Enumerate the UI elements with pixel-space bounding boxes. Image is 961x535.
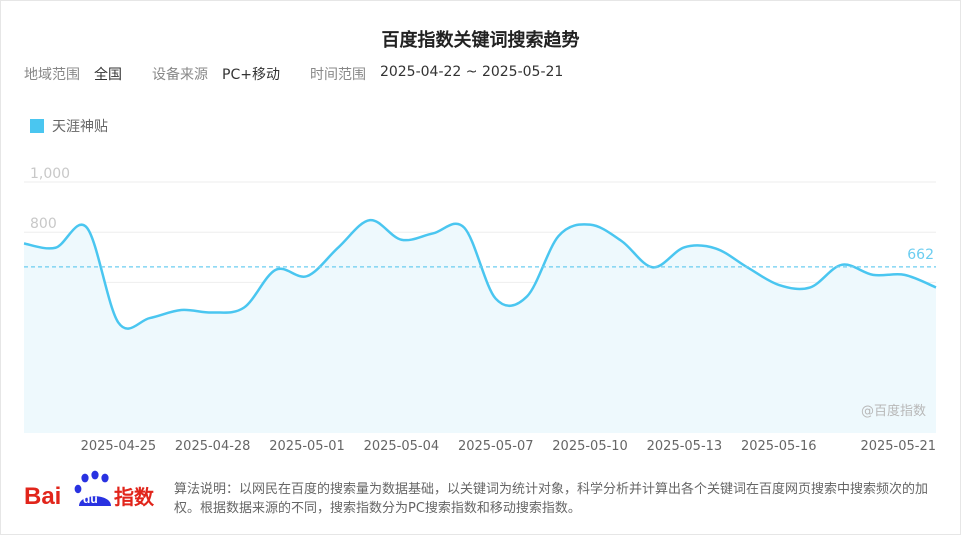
data-point[interactable]: 2025-05-19: 630 — [870, 272, 876, 278]
data-point[interactable]: 2025-05-20: 630 — [902, 272, 908, 278]
x-tick-label: 2025-05-04 — [364, 439, 440, 454]
y-tick-label: 1,000 — [30, 166, 70, 182]
data-point[interactable]: 2025-05-04: 770 — [398, 237, 404, 243]
data-point[interactable]: 2025-05-07: 535 — [493, 296, 499, 302]
x-tick-label: 2025-05-16 — [741, 439, 817, 454]
data-point[interactable]: 2025-05-08: 545 — [524, 293, 530, 299]
data-point[interactable]: 2025-05-17: 580 — [807, 284, 813, 290]
x-tick-label: 2025-05-10 — [552, 439, 628, 454]
data-point[interactable]: 2025-04-24: 818 — [84, 225, 90, 231]
data-point[interactable]: 2025-04-26: 458 — [147, 315, 153, 321]
data-point[interactable]: 2025-04-25: 440 — [115, 320, 121, 326]
baidu-logo: Bai du 指数 — [24, 470, 154, 510]
logo-zhishu-text: 指数 — [114, 485, 154, 509]
data-point[interactable]: 2025-05-01: 625 — [304, 273, 310, 279]
data-point[interactable]: 2025-04-22: 755 — [21, 240, 27, 246]
x-tick-label: 2025-05-13 — [647, 439, 723, 454]
data-point[interactable]: 2025-05-16: 590 — [776, 282, 782, 288]
data-point[interactable]: 2025-04-28: 480 — [210, 310, 216, 316]
data-point[interactable]: 2025-04-23: 738 — [52, 245, 58, 251]
line-chart[interactable]: 2004006008001,000 2025-04-22: 7552025-04… — [0, 0, 961, 535]
data-point[interactable]: 2025-05-11: 765 — [619, 238, 625, 244]
data-point[interactable]: 2025-04-27: 490 — [178, 307, 184, 313]
data-point[interactable]: 2025-05-10: 830 — [587, 222, 593, 228]
x-axis-ticks: 2025-04-25 2025-04-28 2025-05-01 2025-05-04… — [81, 439, 936, 454]
data-point[interactable]: 2025-05-06: 818 — [461, 225, 467, 231]
x-tick-label: 2025-05-01 — [269, 439, 345, 454]
data-point[interactable]: 2025-05-21: 580 — [933, 284, 939, 290]
algorithm-description: 算法说明：以网民在百度的搜索量为数据基础，以关键词为统计对象，科学分析并计算出各… — [174, 482, 929, 516]
logo-bai-text: Bai — [24, 483, 61, 510]
x-tick-label: 2025-04-28 — [175, 439, 251, 454]
data-point[interactable]: 2025-05-13: 740 — [681, 244, 687, 250]
x-tick-label: 2025-05-21 — [860, 439, 936, 454]
data-point[interactable]: 2025-05-05: 795 — [430, 230, 436, 236]
data-point[interactable]: 2025-05-03: 848 — [367, 217, 373, 223]
data-point[interactable]: 2025-04-29: 500 — [241, 305, 247, 311]
y-tick-label: 800 — [30, 216, 57, 232]
data-point[interactable]: 2025-05-02: 740 — [335, 244, 341, 250]
average-reference-label: 662 — [907, 247, 934, 263]
logo-du-text: du — [83, 492, 98, 506]
data-point[interactable]: 2025-05-09: 785 — [556, 233, 562, 239]
data-point[interactable]: 2025-04-30: 650 — [273, 267, 279, 273]
x-tick-label: 2025-04-25 — [81, 439, 157, 454]
data-point[interactable]: 2025-05-14: 735 — [713, 246, 719, 252]
series-area — [24, 220, 936, 433]
watermark: @百度指数 — [861, 403, 926, 419]
x-tick-label: 2025-05-07 — [458, 439, 534, 454]
